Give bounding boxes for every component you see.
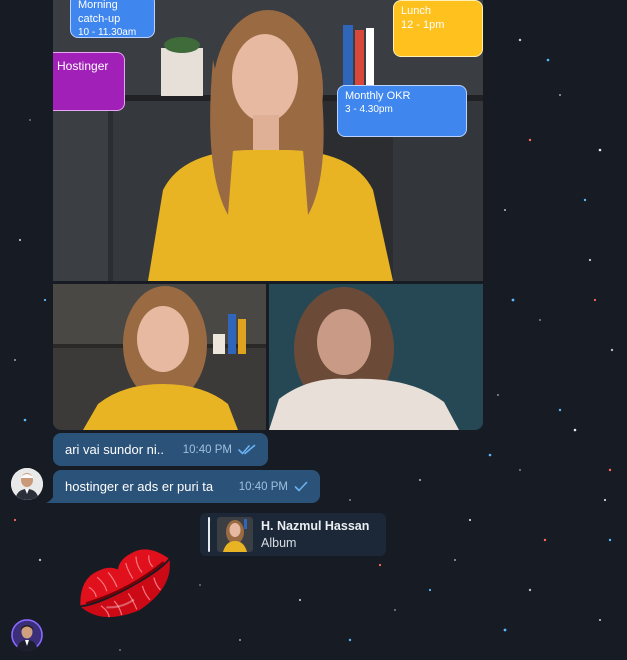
- sender-avatar[interactable]: [11, 468, 43, 500]
- message-time: 10:40 PM: [182, 443, 232, 456]
- calendar-card-title: Lunch: [401, 5, 431, 17]
- reply-preview[interactable]: H. Nazmul Hassan Album: [200, 513, 386, 556]
- message-bubble[interactable]: ari vai sundor ni.. 10:40 PM: [53, 433, 268, 466]
- calendar-card-title: Monthly OKR: [345, 90, 411, 102]
- message-meta: 10:40 PM: [183, 444, 256, 456]
- message-time: 10:40 PM: [238, 480, 288, 493]
- calendar-card-title: Morning catch-up: [78, 0, 121, 25]
- reply-accent-bar: [208, 517, 210, 552]
- check-icon: [294, 481, 308, 492]
- message-text: hostinger er ads er puri ta: [65, 479, 214, 494]
- calendar-card-hostinger: n Hostinger: [53, 52, 125, 111]
- calendar-card-time: 12 - 1pm: [401, 18, 445, 31]
- photo-album[interactable]: Morning catch-up 10 - 11.30am n Hostinge…: [53, 0, 483, 430]
- calendar-card-morning: Morning catch-up 10 - 11.30am: [70, 0, 155, 38]
- album-photo-left[interactable]: [53, 284, 266, 430]
- lips-sticker-icon[interactable]: [66, 530, 182, 632]
- double-check-icon: [238, 444, 256, 455]
- reply-thumbnail: [217, 517, 253, 552]
- message-meta: 10:40 PM: [239, 481, 308, 493]
- message-text: ari vai sundor ni..: [65, 442, 164, 457]
- reply-subtitle: Album: [261, 536, 297, 550]
- calendar-card-time: 10 - 11.30am: [78, 26, 137, 38]
- calendar-card-okr: Monthly OKR 3 - 4.30pm: [337, 85, 467, 137]
- album-photo-main[interactable]: Morning catch-up 10 - 11.30am n Hostinge…: [53, 0, 483, 281]
- reply-author: H. Nazmul Hassan: [261, 519, 370, 533]
- calendar-card-title: n Hostinger: [53, 59, 109, 73]
- calendar-card-lunch: Lunch 12 - 1pm: [393, 0, 483, 57]
- user-avatar[interactable]: [11, 619, 43, 651]
- album-photo-right[interactable]: [269, 284, 483, 430]
- calendar-card-time: 3 - 4.30pm: [345, 103, 393, 115]
- message-bubble[interactable]: hostinger er ads er puri ta 10:40 PM: [53, 470, 320, 503]
